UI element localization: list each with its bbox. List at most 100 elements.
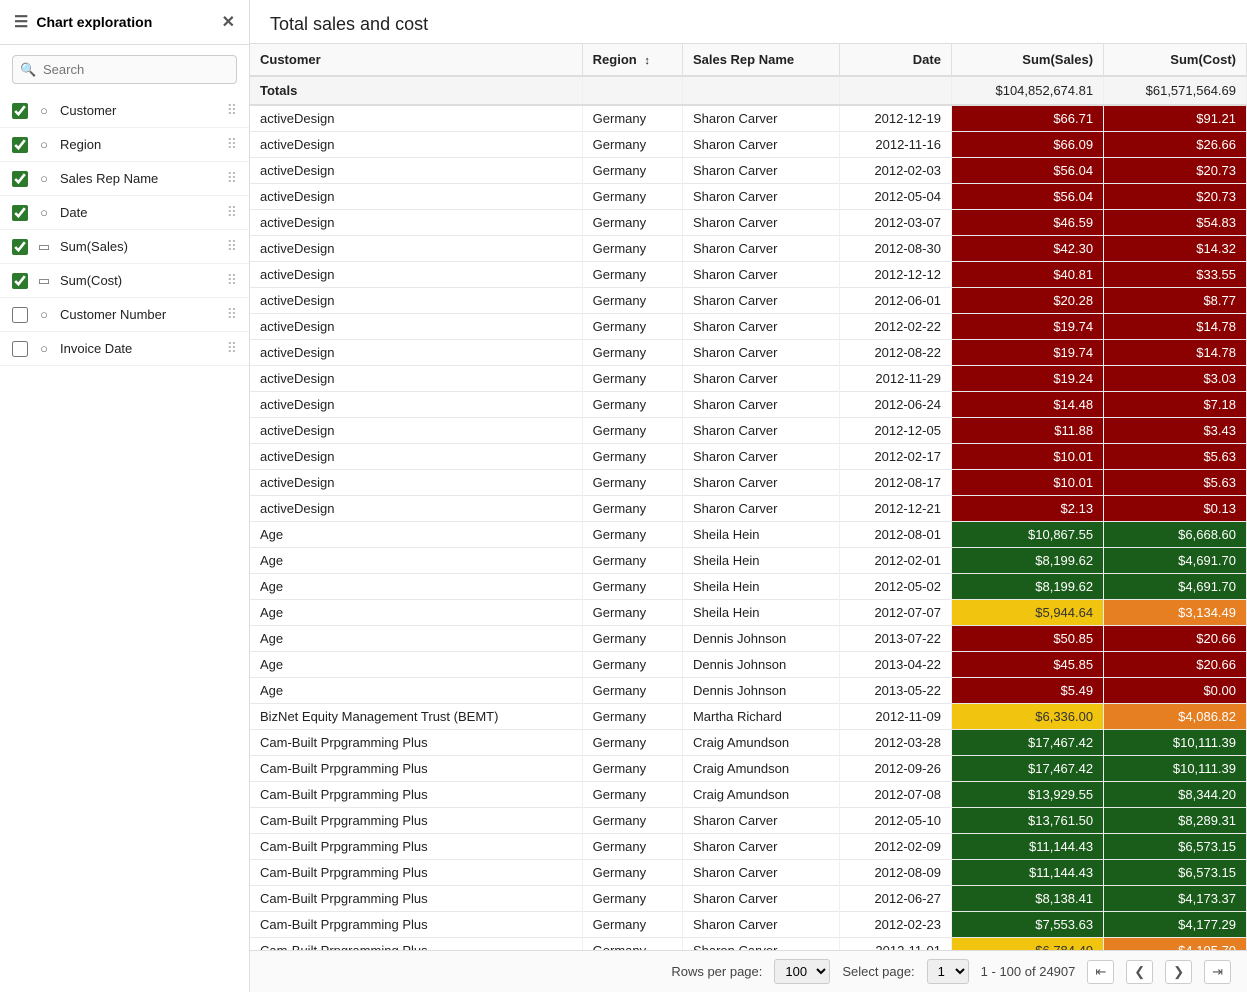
cell-rep: Dennis Johnson xyxy=(682,678,839,704)
prev-page-button[interactable]: ❮ xyxy=(1126,960,1153,984)
cell-cost: $54.83 xyxy=(1104,210,1247,236)
cell-sales: $5,944.64 xyxy=(951,600,1103,626)
cell-date: 2012-02-09 xyxy=(839,834,951,860)
table-container[interactable]: Customer Region ↕ Sales Rep Name Date Su… xyxy=(250,44,1247,950)
sidebar-item-region[interactable]: ○Region⠿ xyxy=(0,128,249,162)
cell-customer: Age xyxy=(250,678,582,704)
cell-sales: $11,144.43 xyxy=(951,834,1103,860)
drag-handle-sales-rep-name[interactable]: ⠿ xyxy=(227,170,237,187)
sidebar-item-invoice-date[interactable]: ○Invoice Date⠿ xyxy=(0,332,249,366)
cell-cost: $33.55 xyxy=(1104,262,1247,288)
col-sum-cost[interactable]: Sum(Cost) xyxy=(1104,44,1247,76)
checkbox-sales-rep-name[interactable] xyxy=(12,171,28,187)
cell-region: Germany xyxy=(582,600,682,626)
table-row: Cam-Built Prpgramming Plus Germany Craig… xyxy=(250,782,1247,808)
next-page-button[interactable]: ❯ xyxy=(1165,960,1192,984)
cell-rep: Sharon Carver xyxy=(682,444,839,470)
checkbox-invoice-date[interactable] xyxy=(12,341,28,357)
col-sales-rep[interactable]: Sales Rep Name xyxy=(682,44,839,76)
cell-rep: Sharon Carver xyxy=(682,834,839,860)
rows-per-page-select[interactable]: 100 50 25 xyxy=(774,959,830,984)
last-page-button[interactable]: ⇥ xyxy=(1204,960,1231,984)
search-box: 🔍 xyxy=(12,55,237,84)
drag-handle-region[interactable]: ⠿ xyxy=(227,136,237,153)
sidebar-item-sum-sales[interactable]: ▭Sum(Sales)⠿ xyxy=(0,230,249,264)
cell-rep: Sharon Carver xyxy=(682,496,839,522)
first-page-button[interactable]: ⇤ xyxy=(1087,960,1114,984)
cell-cost: $8,344.20 xyxy=(1104,782,1247,808)
cell-cost: $20.66 xyxy=(1104,626,1247,652)
cell-date: 2012-03-07 xyxy=(839,210,951,236)
cell-sales: $19.74 xyxy=(951,340,1103,366)
table-row: activeDesign Germany Sharon Carver 2012-… xyxy=(250,236,1247,262)
checkbox-region[interactable] xyxy=(12,137,28,153)
cell-date: 2012-09-26 xyxy=(839,756,951,782)
close-icon[interactable]: ✕ xyxy=(222,12,235,32)
drag-handle-invoice-date[interactable]: ⠿ xyxy=(227,340,237,357)
cell-date: 2012-11-16 xyxy=(839,132,951,158)
table-row: Age Germany Dennis Johnson 2013-04-22 $4… xyxy=(250,652,1247,678)
cell-cost: $20.73 xyxy=(1104,184,1247,210)
cell-region: Germany xyxy=(582,626,682,652)
sidebar-item-date[interactable]: ○Date⠿ xyxy=(0,196,249,230)
cell-customer: activeDesign xyxy=(250,392,582,418)
cell-region: Germany xyxy=(582,340,682,366)
checkbox-customer[interactable] xyxy=(12,103,28,119)
sidebar-item-customer[interactable]: ○Customer⠿ xyxy=(0,94,249,128)
drag-handle-sum-sales[interactable]: ⠿ xyxy=(227,238,237,255)
cell-region: Germany xyxy=(582,210,682,236)
cell-sales: $8,138.41 xyxy=(951,886,1103,912)
cell-cost: $6,668.60 xyxy=(1104,522,1247,548)
col-sum-sales[interactable]: Sum(Sales) xyxy=(951,44,1103,76)
data-table: Customer Region ↕ Sales Rep Name Date Su… xyxy=(250,44,1247,950)
table-row: activeDesign Germany Sharon Carver 2012-… xyxy=(250,418,1247,444)
drag-handle-sum-cost[interactable]: ⠿ xyxy=(227,272,237,289)
cell-date: 2012-05-10 xyxy=(839,808,951,834)
drag-handle-customer-number[interactable]: ⠿ xyxy=(227,306,237,323)
cell-customer: Age xyxy=(250,574,582,600)
cell-date: 2012-08-01 xyxy=(839,522,951,548)
cell-customer: Cam-Built Prpgramming Plus xyxy=(250,912,582,938)
drag-handle-date[interactable]: ⠿ xyxy=(227,204,237,221)
cell-customer: Age xyxy=(250,600,582,626)
table-row: Age Germany Dennis Johnson 2013-05-22 $5… xyxy=(250,678,1247,704)
col-date[interactable]: Date xyxy=(839,44,951,76)
checkbox-sum-cost[interactable] xyxy=(12,273,28,289)
cell-sales: $2.13 xyxy=(951,496,1103,522)
cell-date: 2013-04-22 xyxy=(839,652,951,678)
table-row: Cam-Built Prpgramming Plus Germany Craig… xyxy=(250,756,1247,782)
sidebar-header: ☰ Chart exploration ✕ xyxy=(0,0,249,45)
cell-region: Germany xyxy=(582,652,682,678)
col-customer[interactable]: Customer xyxy=(250,44,582,76)
icon-sales-rep-name: ○ xyxy=(36,171,52,186)
cell-sales: $66.09 xyxy=(951,132,1103,158)
icon-sum-cost: ▭ xyxy=(36,273,52,289)
cell-sales: $6,336.00 xyxy=(951,704,1103,730)
cell-date: 2012-05-02 xyxy=(839,574,951,600)
checkbox-customer-number[interactable] xyxy=(12,307,28,323)
col-region[interactable]: Region ↕ xyxy=(582,44,682,76)
drag-handle-customer[interactable]: ⠿ xyxy=(227,102,237,119)
cell-date: 2012-07-08 xyxy=(839,782,951,808)
sidebar-item-customer-number[interactable]: ○Customer Number⠿ xyxy=(0,298,249,332)
cell-cost: $14.78 xyxy=(1104,340,1247,366)
search-input[interactable] xyxy=(12,55,237,84)
cell-region: Germany xyxy=(582,418,682,444)
cell-sales: $56.04 xyxy=(951,158,1103,184)
cell-rep: Sharon Carver xyxy=(682,236,839,262)
select-page-select[interactable]: 1 xyxy=(927,959,969,984)
icon-customer-number: ○ xyxy=(36,307,52,322)
table-row: activeDesign Germany Sharon Carver 2012-… xyxy=(250,444,1247,470)
cell-cost: $4,105.70 xyxy=(1104,938,1247,951)
sidebar-item-sales-rep-name[interactable]: ○Sales Rep Name⠿ xyxy=(0,162,249,196)
checkbox-date[interactable] xyxy=(12,205,28,221)
cell-customer: activeDesign xyxy=(250,236,582,262)
checkbox-sum-sales[interactable] xyxy=(12,239,28,255)
label-sum-sales: Sum(Sales) xyxy=(60,239,219,254)
label-sum-cost: Sum(Cost) xyxy=(60,273,219,288)
cell-region: Germany xyxy=(582,236,682,262)
cell-sales: $17,467.42 xyxy=(951,730,1103,756)
sidebar-item-sum-cost[interactable]: ▭ Sum(Cost) ⠿ xyxy=(0,264,249,298)
cell-sales: $19.74 xyxy=(951,314,1103,340)
table-row: Age Germany Sheila Hein 2012-02-01 $8,19… xyxy=(250,548,1247,574)
